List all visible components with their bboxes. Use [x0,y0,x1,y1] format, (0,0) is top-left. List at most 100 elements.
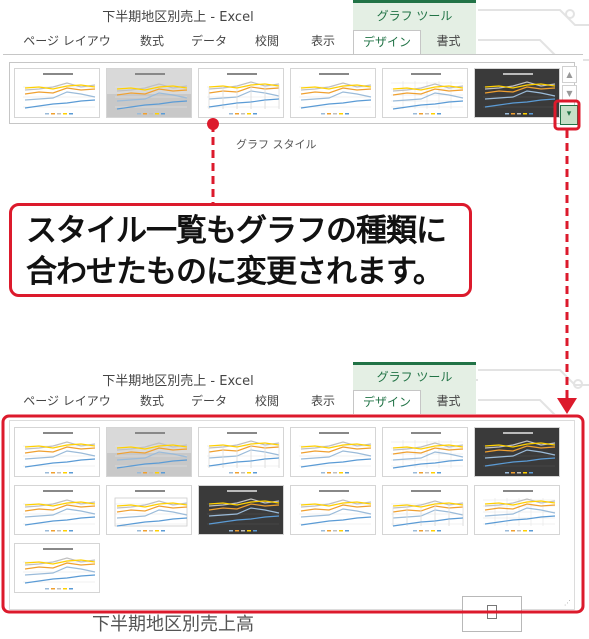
preview-bg [383,486,467,534]
preview-legend-swatch [431,472,435,474]
ribbon-panel-expanded: 下半期地区別売上 - Excel グラフ ツール ページ レイアウト 数式 デー… [3,360,583,630]
preview-legend-swatch [229,472,233,474]
tab-design[interactable]: デザイン [353,390,421,414]
preview-legend-swatch [413,113,417,115]
preview-legend-swatch [235,472,239,474]
chart-style-5[interactable] [382,68,468,118]
chart-style-12[interactable] [474,485,560,535]
ribbon-tabs: ページ レイアウト 数式 データ 校閲 表示 デザイン 書式 [3,30,583,70]
preview-legend-swatch [327,113,331,115]
chart-tools-label-2: グラフ ツール [353,362,476,390]
chart-style-6[interactable] [474,427,560,477]
preview-legend-swatch [253,530,257,532]
tab-review[interactable]: 校閲 [243,390,291,414]
tab-data[interactable]: データ [183,30,235,54]
preview-legend-swatch [333,472,337,474]
chart-preview [291,486,375,534]
chart-style-2[interactable] [106,427,192,477]
preview-legend-swatch [69,530,73,532]
preview-legend-swatch [45,530,49,532]
preview-legend-swatch [345,113,349,115]
tab-format[interactable]: 書式 [421,30,476,54]
preview-title [319,490,349,492]
scroll-down-icon[interactable]: ▼ [562,85,577,102]
preview-legend-swatch [437,530,441,532]
chart-style-4[interactable] [290,68,376,118]
chart-style-5[interactable] [382,427,468,477]
preview-legend-swatch [413,530,417,532]
preview-legend-swatch [149,113,153,115]
preview-legend-swatch [419,530,423,532]
preview-legend-swatch [345,530,349,532]
preview-legend-swatch [339,113,343,115]
window-title-2: 下半期地区別売上 - Excel [102,374,254,389]
tab-formulas[interactable]: 数式 [128,390,176,414]
preview-legend-swatch [63,588,67,590]
tab-design[interactable]: デザイン [353,30,421,54]
chart-style-11[interactable] [382,485,468,535]
preview-legend-swatch [69,588,73,590]
tab-page-layout[interactable]: ページ レイアウト [18,390,116,430]
preview-title [503,490,533,492]
preview-legend-swatch [505,472,509,474]
chart-style-1[interactable] [14,427,100,477]
tab-view[interactable]: 表示 [299,30,347,54]
preview-legend-swatch [241,113,245,115]
chart-style-9[interactable] [198,485,284,535]
preview-title [43,432,73,434]
chart-style-3[interactable] [198,427,284,477]
preview-legend-swatch [437,472,441,474]
preview-legend-swatch [143,113,147,115]
chart-style-6[interactable] [474,68,560,118]
preview-legend-swatch [137,530,141,532]
preview-legend-swatch [321,113,325,115]
ribbon-panel-collapsed: 下半期地区別売上 - Excel グラフ ツール ページ レイアウト 数式 デー… [3,0,583,160]
chart-style-13[interactable] [14,543,100,593]
tab-view[interactable]: 表示 [299,390,347,414]
preview-title [411,73,441,75]
tab-review[interactable]: 校閲 [243,30,291,54]
preview-legend-swatch [253,472,257,474]
preview-legend-swatch [247,530,251,532]
preview-legend-swatch [339,472,343,474]
preview-bg [199,428,283,476]
chart-style-4[interactable] [290,427,376,477]
preview-title [503,73,533,75]
tab-data[interactable]: データ [183,390,235,414]
chart-style-2[interactable] [106,68,192,118]
preview-legend-swatch [247,113,251,115]
chart-style-10[interactable] [290,485,376,535]
chart-style-7[interactable] [14,485,100,535]
chart-style-3[interactable] [198,68,284,118]
preview-title [503,432,533,434]
tab-format[interactable]: 書式 [421,390,476,414]
preview-legend-swatch [155,472,159,474]
preview-bg [383,69,467,117]
preview-legend-swatch [69,472,73,474]
preview-legend-swatch [57,530,61,532]
more-styles-button[interactable]: ▾ [560,105,578,125]
chart-preview [383,428,467,476]
resize-grip-icon[interactable]: ⋰ [564,599,571,607]
background-shape [462,596,522,632]
preview-title [43,73,73,75]
scroll-up-icon[interactable]: ▲ [562,66,577,83]
tab-page-layout[interactable]: ページ レイアウト [18,30,116,70]
preview-legend-swatch [57,472,61,474]
chart-preview [107,69,191,117]
preview-title [227,490,257,492]
preview-title [319,73,349,75]
chart-preview [107,428,191,476]
preview-legend-swatch [137,472,141,474]
chart-style-8[interactable] [106,485,192,535]
preview-legend-swatch [419,472,423,474]
chart-style-1[interactable] [14,68,100,118]
preview-legend-swatch [327,530,331,532]
preview-legend-swatch [523,113,527,115]
window-title: 下半期地区別売上 - Excel [102,10,254,25]
preview-bg [475,69,559,117]
preview-title [135,432,165,434]
chart-preview [199,428,283,476]
chart-styles-gallery: ▲ ▼ [9,62,577,124]
tab-formulas[interactable]: 数式 [128,30,176,54]
